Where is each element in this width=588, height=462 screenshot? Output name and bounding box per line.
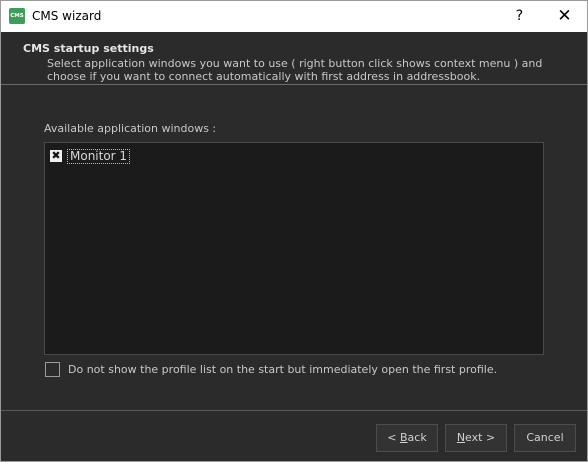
application-windows-list[interactable]: ✖ Monitor 1 <box>44 142 544 355</box>
close-button[interactable]: ✕ <box>542 1 587 32</box>
list-item-monitor-1[interactable]: ✖ Monitor 1 <box>50 148 131 164</box>
title-bar[interactable]: CMS CMS wizard ? ✕ <box>1 1 587 32</box>
page-description: Select application windows you want to u… <box>47 57 543 83</box>
next-button-suffix: ext > <box>465 431 496 444</box>
wizard-header: CMS startup settings Select application … <box>1 32 587 85</box>
skip-profile-list-option[interactable]: Do not show the profile list on the star… <box>45 362 497 377</box>
back-button-prefix: < <box>387 431 400 444</box>
window-title: CMS wizard <box>32 9 102 23</box>
back-button-suffix: ack <box>407 431 427 444</box>
back-button-accel: B <box>400 431 408 444</box>
list-item-label[interactable]: Monitor 1 <box>67 148 131 164</box>
next-button-accel: N <box>456 431 466 444</box>
help-button[interactable]: ? <box>497 1 542 32</box>
footer-divider <box>1 410 587 411</box>
skip-profile-list-checkbox[interactable] <box>45 362 60 377</box>
application-windows-label: Available application windows : <box>44 122 217 135</box>
next-button[interactable]: Next > <box>445 424 507 452</box>
cancel-button[interactable]: Cancel <box>514 424 576 452</box>
skip-profile-list-label[interactable]: Do not show the profile list on the star… <box>68 363 497 376</box>
wizard-window: CMS CMS wizard ? ✕ CMS startup settings … <box>0 0 588 462</box>
back-button[interactable]: < Back <box>376 424 438 452</box>
page-title: CMS startup settings <box>23 42 154 55</box>
cms-app-icon: CMS <box>9 8 25 24</box>
checked-checkbox-icon[interactable]: ✖ <box>50 150 62 162</box>
